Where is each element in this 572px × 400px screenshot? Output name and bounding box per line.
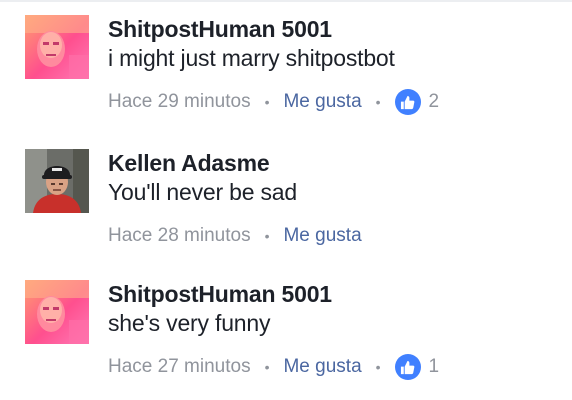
comment-author[interactable]: ShitpostHuman 5001 <box>108 281 332 308</box>
separator-dot: • <box>375 94 381 110</box>
comment-meta: Hace 28 minutos • Me gusta <box>108 219 362 253</box>
like-count: 1 <box>428 356 440 377</box>
comment-item: ShitpostHuman 5001 i might just marry sh… <box>0 0 572 130</box>
like-count: 2 <box>428 91 440 112</box>
comment-meta: Hace 27 minutos • Me gusta • 1 <box>108 350 439 384</box>
comment-author[interactable]: Kellen Adasme <box>108 150 270 177</box>
comment-text: she's very funny <box>108 310 271 336</box>
like-button[interactable]: Me gusta <box>283 91 361 113</box>
avatar-pink-face-icon[interactable] <box>25 280 89 344</box>
separator-dot: • <box>375 359 381 375</box>
comment-text: i might just marry shitpostbot <box>108 45 395 71</box>
avatar-pink-face-icon[interactable] <box>25 15 89 79</box>
thumbs-up-icon <box>394 354 421 380</box>
reaction-summary[interactable]: 1 <box>394 354 440 380</box>
comment-timestamp[interactable]: Hace 27 minutos <box>108 356 251 378</box>
separator-dot: • <box>264 94 270 110</box>
reaction-summary[interactable]: 2 <box>394 89 440 115</box>
like-button[interactable]: Me gusta <box>283 225 361 247</box>
separator-dot: • <box>264 359 270 375</box>
comment-meta: Hace 29 minutos • Me gusta • 2 <box>108 85 439 119</box>
comment-item: Kellen Adasme You'll never be sad Hace 2… <box>0 134 572 264</box>
comment-timestamp[interactable]: Hace 28 minutos <box>108 225 251 247</box>
comment-item: ShitpostHuman 5001 she's very funny Hace… <box>0 265 572 395</box>
separator-dot: • <box>264 228 270 244</box>
comment-text: You'll never be sad <box>108 179 297 205</box>
like-button[interactable]: Me gusta <box>283 356 361 378</box>
comment-author[interactable]: ShitpostHuman 5001 <box>108 16 332 43</box>
avatar-man-cap-icon[interactable] <box>25 149 89 213</box>
thumbs-up-icon <box>394 89 421 115</box>
comment-timestamp[interactable]: Hace 29 minutos <box>108 91 251 113</box>
